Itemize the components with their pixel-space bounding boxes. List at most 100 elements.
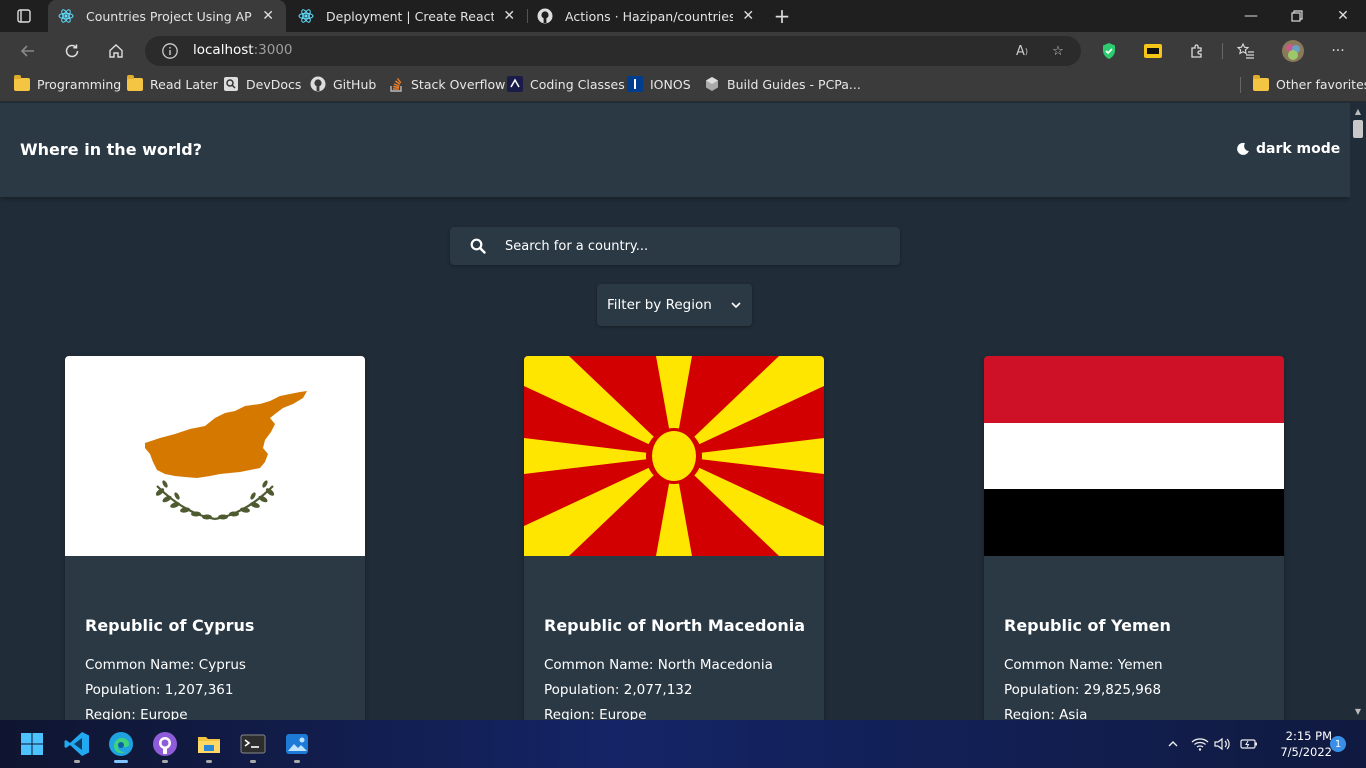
notification-badge[interactable]: 1: [1330, 736, 1346, 752]
github-icon: [310, 76, 326, 92]
address-url[interactable]: localhost:3000: [193, 42, 293, 58]
country-population: Population: 29,825,968: [1004, 682, 1161, 698]
favorite-label: DevDocs: [246, 76, 302, 92]
taskbar-photos[interactable]: [283, 730, 311, 758]
refresh-button[interactable]: [58, 37, 86, 65]
search-box[interactable]: [450, 227, 900, 265]
browser-toolbar: localhost:3000 A) ☆ ···: [0, 32, 1366, 70]
read-aloud-icon[interactable]: A): [1012, 41, 1032, 61]
taskbar-vscode[interactable]: [63, 730, 91, 758]
running-indicator: [250, 760, 256, 763]
favorite-programming[interactable]: Programming: [14, 70, 121, 98]
minimize-button[interactable]: —: [1228, 0, 1274, 32]
github-icon: [537, 8, 553, 24]
windows-taskbar: 2:15 PM 7/5/2022 1: [0, 720, 1366, 768]
region-value: Asia: [1059, 707, 1088, 720]
taskbar-github-desktop[interactable]: [151, 730, 179, 758]
volume-icon[interactable]: [1213, 734, 1233, 754]
minimize-icon: —: [1244, 8, 1258, 24]
address-bar[interactable]: localhost:3000 A) ☆: [145, 36, 1081, 66]
region-filter-dropdown[interactable]: Filter by Region: [597, 284, 752, 326]
country-region: Region: Europe: [85, 707, 188, 720]
shield-extension-icon[interactable]: [1099, 41, 1119, 61]
home-icon: [109, 44, 123, 58]
add-favorite-icon[interactable]: ☆: [1048, 41, 1068, 61]
country-common-name: Common Name: Yemen: [1004, 657, 1163, 673]
common-name-label: Common Name:: [85, 657, 195, 673]
country-common-name: Common Name: North Macedonia: [544, 657, 773, 673]
region-value: Europe: [599, 707, 647, 720]
terminal-icon: [240, 734, 266, 754]
battery-icon[interactable]: [1239, 734, 1259, 754]
favorite-github[interactable]: GitHub: [310, 70, 376, 98]
taskbar-file-explorer[interactable]: [195, 730, 223, 758]
tab-actions-button[interactable]: [0, 0, 48, 32]
scroll-up-icon[interactable]: ▲: [1353, 106, 1363, 116]
restore-button[interactable]: [1274, 0, 1320, 32]
dark-mode-toggle[interactable]: dark mode: [1236, 141, 1340, 157]
cyprus-flag: [65, 356, 365, 556]
country-official-name: Republic of North Macedonia: [544, 616, 806, 635]
tab-deployment[interactable]: Deployment | Create React App ✕: [288, 0, 526, 32]
plus-icon: +: [773, 4, 791, 28]
favorite-devdocs[interactable]: DevDocs: [223, 70, 301, 98]
taskbar-terminal[interactable]: [239, 730, 267, 758]
favorites-icon[interactable]: [1236, 41, 1256, 61]
dark-mode-label: dark mode: [1256, 141, 1341, 157]
search-input[interactable]: [505, 227, 885, 265]
settings-more-icon[interactable]: ···: [1328, 41, 1348, 61]
folder-icon: [14, 74, 30, 92]
wifi-icon[interactable]: [1190, 734, 1210, 754]
favorite-stack-overflow[interactable]: Stack Overflow: [388, 70, 505, 98]
close-tab-icon[interactable]: ✕: [741, 8, 755, 24]
running-indicator: [162, 760, 168, 763]
tab-countries-project[interactable]: Countries Project Using API ✕: [48, 0, 286, 32]
country-population: Population: 1,207,361: [85, 682, 234, 698]
imdb-extension-icon[interactable]: [1143, 41, 1163, 61]
population-label: Population:: [85, 682, 161, 698]
favorite-other-favorites[interactable]: Other favorites: [1253, 70, 1366, 98]
show-hidden-icons[interactable]: [1163, 734, 1183, 754]
profile-avatar[interactable]: [1281, 39, 1305, 63]
react-icon: [58, 8, 74, 24]
back-button[interactable]: [14, 37, 42, 65]
region-label: Region:: [544, 707, 595, 720]
favorite-label: Other favorites: [1276, 76, 1366, 92]
chevron-up-icon: [1168, 741, 1178, 747]
taskbar-edge[interactable]: [107, 730, 135, 758]
favorite-ionos[interactable]: IONOS: [627, 70, 691, 98]
region-label: Region:: [85, 707, 136, 720]
favorite-label: Programming: [37, 76, 122, 92]
file-explorer-icon: [198, 737, 220, 753]
site-info-icon[interactable]: [161, 42, 179, 60]
common-name-value: North Macedonia: [657, 657, 773, 673]
close-tab-icon[interactable]: ✕: [260, 8, 276, 24]
extensions-icon[interactable]: [1187, 41, 1207, 61]
new-tab-button[interactable]: +: [770, 4, 794, 28]
browser-tab-strip: Countries Project Using API ✕ Deployment…: [0, 0, 1366, 32]
start-button[interactable]: [18, 730, 46, 758]
favorite-coding-classes[interactable]: Coding Classes: [507, 70, 625, 98]
country-card[interactable]: Republic of Yemen Common Name: Yemen Pop…: [984, 356, 1284, 720]
system-clock[interactable]: 2:15 PM 7/5/2022: [1262, 728, 1332, 760]
favorite-build-guides[interactable]: Build Guides - PCPa...: [704, 70, 861, 98]
running-indicator: [294, 760, 300, 763]
close-tab-icon[interactable]: ✕: [502, 8, 516, 24]
scroll-down-icon[interactable]: ▼: [1353, 706, 1363, 716]
country-card[interactable]: Republic of North Macedonia Common Name:…: [524, 356, 824, 720]
favorites-bar: Programming Read Later DevDocs GitHub St…: [0, 70, 1366, 102]
windows-start-icon: [21, 733, 43, 755]
page-scrollbar[interactable]: ▲ ▼: [1350, 103, 1366, 720]
tab-github-actions[interactable]: Actions · Hazipan/countries-proj ✕: [527, 0, 765, 32]
favorite-label: GitHub: [333, 76, 377, 92]
scroll-thumb[interactable]: [1353, 120, 1363, 138]
pcpartpicker-icon: [704, 76, 720, 92]
favorite-read-later[interactable]: Read Later: [127, 70, 218, 98]
favorite-label: Coding Classes: [530, 76, 625, 92]
page-title: Where in the world?: [20, 140, 202, 159]
country-card[interactable]: Republic of Cyprus Common Name: Cyprus P…: [65, 356, 365, 720]
population-label: Population:: [1004, 682, 1080, 698]
home-button[interactable]: [102, 37, 130, 65]
population-value: 1,207,361: [164, 682, 234, 698]
close-window-button[interactable]: ✕: [1320, 0, 1366, 32]
